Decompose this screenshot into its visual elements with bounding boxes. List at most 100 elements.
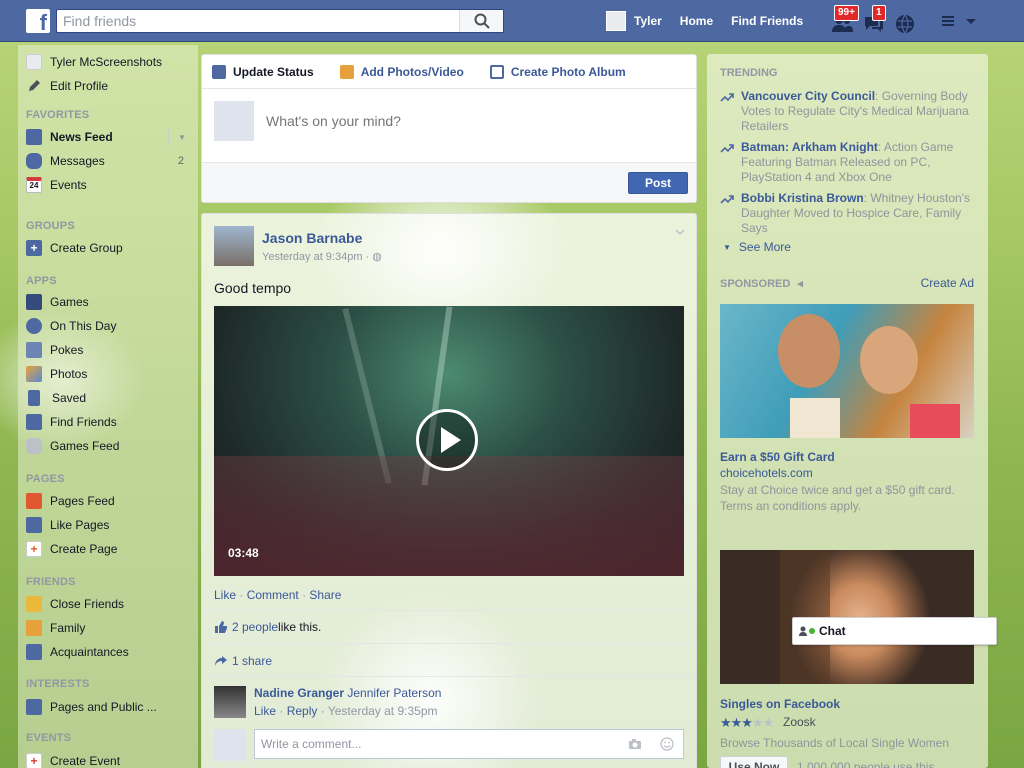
video-player[interactable]: 03:48	[214, 306, 684, 576]
sidebar-item-family[interactable]: Family	[26, 618, 196, 638]
star-friends-icon	[26, 596, 42, 612]
composer-tabs: Update Status Add Photos/Video Create Ph…	[202, 55, 696, 89]
status-input[interactable]	[266, 113, 666, 129]
comment-reply-button[interactable]: Reply	[287, 704, 318, 718]
sidebar-item-photos[interactable]: Photos	[26, 364, 196, 384]
events-heading: EVENTS	[26, 732, 72, 744]
create-ad-link[interactable]: Create Ad	[921, 276, 974, 290]
commenter-avatar[interactable]	[214, 686, 246, 718]
divider	[168, 129, 169, 145]
tab-update-status[interactable]: Update Status	[212, 64, 314, 79]
divider	[202, 610, 696, 611]
separator: ·	[320, 704, 328, 718]
groups-heading: GROUPS	[26, 220, 75, 232]
news-feed-icon	[26, 129, 42, 145]
friend-requests-button[interactable]: 99+	[828, 5, 860, 34]
sidebar-item-news-feed[interactable]: News Feed ▼	[26, 127, 196, 147]
comment-mention[interactable]: Jennifer Paterson	[344, 686, 441, 700]
feed-story: Jason Barnabe Yesterday at 9:34pm · ◍ Go…	[201, 213, 697, 768]
trending-title[interactable]: Vancouver City Council	[741, 89, 875, 103]
post-button[interactable]: Post	[628, 172, 688, 194]
messages-button[interactable]: 1	[860, 5, 892, 34]
sidebar-item-like-pages[interactable]: Like Pages	[26, 515, 196, 535]
author-avatar[interactable]	[214, 226, 254, 266]
right-column: TRENDING Vancouver City Council: Governi…	[707, 54, 988, 768]
notifications-button[interactable]	[892, 8, 924, 34]
chat-tab[interactable]: Chat	[792, 617, 997, 645]
play-button[interactable]	[416, 409, 478, 471]
like-button[interactable]: Like	[214, 588, 236, 602]
sidebar-item-edit-profile[interactable]: Edit Profile	[26, 76, 196, 96]
story-options[interactable]	[674, 226, 686, 238]
trending-item[interactable]: Bobbi Kristina Brown: Whitney Houston's …	[720, 191, 975, 236]
comment-like-button[interactable]: Like	[254, 704, 276, 718]
comment-timestamp[interactable]: Yesterday at 9:35pm	[328, 704, 438, 718]
games-icon	[26, 294, 42, 310]
calendar-icon: 24	[26, 177, 42, 193]
home-link[interactable]: Home	[680, 14, 713, 28]
user-avatar[interactable]	[606, 11, 626, 31]
sidebar-item-pokes[interactable]: Pokes	[26, 340, 196, 360]
clock-icon	[26, 318, 42, 334]
find-friends-link[interactable]: Find Friends	[731, 14, 803, 28]
story-timestamp[interactable]: Yesterday at 9:34pm · ◍	[262, 250, 382, 263]
ad-url[interactable]: choicehotels.com	[720, 466, 813, 480]
timestamp-text: Yesterday at 9:34pm ·	[262, 251, 373, 263]
tab-add-photos[interactable]: Add Photos/Video	[339, 64, 464, 79]
chevron-down-icon[interactable]: ▼	[178, 133, 186, 142]
use-now-button[interactable]: Use Now	[720, 756, 788, 768]
camera-icon[interactable]	[628, 737, 642, 751]
person-icon	[799, 626, 807, 636]
ad-image[interactable]	[720, 304, 974, 438]
likes-count-link[interactable]: 2 people	[232, 620, 278, 634]
facebook-logo[interactable]: f	[26, 9, 50, 35]
user-name-link[interactable]: Tyler	[634, 14, 662, 28]
globe-icon: ◍	[372, 251, 382, 263]
photo-icon	[339, 64, 354, 79]
search-button[interactable]	[459, 10, 503, 32]
sidebar-item-on-this-day[interactable]: On This Day	[26, 316, 196, 336]
see-more-link[interactable]: See More	[723, 240, 791, 254]
shares-count-link[interactable]: 1 share	[232, 654, 272, 668]
sidebar-item-pages-feed[interactable]: Pages Feed	[26, 491, 196, 511]
sidebar-item-create-page[interactable]: + Create Page	[26, 539, 196, 559]
composer-body	[214, 101, 684, 141]
trending-item[interactable]: Vancouver City Council: Governing Body V…	[720, 89, 975, 134]
tab-label: Create Photo Album	[510, 64, 626, 79]
comment-meta: Like · Reply · Yesterday at 9:35pm	[254, 704, 438, 718]
sidebar-item-events[interactable]: 24 Events	[26, 175, 196, 195]
sidebar-item-games-feed[interactable]: Games Feed	[26, 436, 196, 456]
trending-title[interactable]: Batman: Arkham Knight	[741, 140, 878, 154]
plus-icon: +	[26, 541, 42, 557]
album-icon	[489, 64, 504, 79]
sidebar-item-saved[interactable]: Saved	[26, 388, 196, 408]
sidebar-item-create-event[interactable]: + Create Event	[26, 751, 196, 768]
sidebar-item-profile[interactable]: Tyler McScreenshots	[26, 52, 196, 72]
sidebar-item-acquaintances[interactable]: Acquaintances	[26, 642, 196, 662]
tab-create-album[interactable]: Create Photo Album	[489, 64, 626, 79]
ad-title[interactable]: Earn a $50 Gift Card	[720, 450, 835, 464]
settings-dropdown[interactable]	[940, 13, 980, 29]
divider	[202, 643, 696, 644]
sidebar-item-create-group[interactable]: + Create Group	[26, 238, 196, 258]
comment-input[interactable]	[254, 729, 684, 759]
chevron-down-icon	[675, 229, 685, 236]
author-name[interactable]: Jason Barnabe	[262, 230, 362, 246]
sponsored-label: SPONSORED	[720, 278, 791, 290]
comment-body: Nadine Granger Jennifer Paterson	[254, 686, 441, 700]
sidebar-item-close-friends[interactable]: Close Friends	[26, 594, 196, 614]
sidebar-item-messages[interactable]: Messages 2	[26, 151, 196, 171]
emoji-icon[interactable]	[660, 737, 674, 751]
search-input[interactable]	[57, 10, 459, 32]
video-scene	[214, 456, 684, 576]
commenter-name[interactable]: Nadine Granger	[254, 686, 344, 700]
sidebar-item-find-friends[interactable]: Find Friends	[26, 412, 196, 432]
ad-title[interactable]: Singles on Facebook	[720, 697, 840, 711]
left-nav: Tyler McScreenshots Edit Profile FAVORIT…	[18, 45, 198, 768]
trending-item[interactable]: Batman: Arkham Knight: Action Game Featu…	[720, 140, 975, 185]
sidebar-item-pages-public[interactable]: Pages and Public ...	[26, 697, 196, 717]
sidebar-item-games[interactable]: Games	[26, 292, 196, 312]
share-button[interactable]: Share	[309, 588, 341, 602]
trending-title[interactable]: Bobbi Kristina Brown	[741, 191, 864, 205]
comment-button[interactable]: Comment	[247, 588, 299, 602]
